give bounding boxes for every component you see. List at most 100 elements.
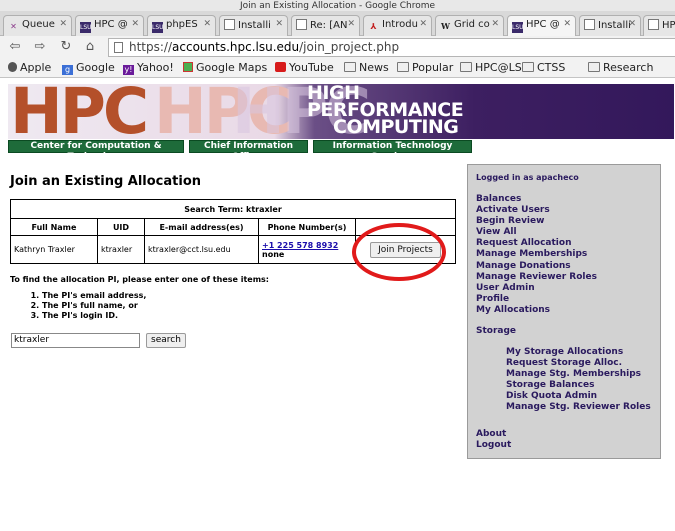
storage-links: My Storage Allocations Request Storage A… (506, 347, 651, 414)
instructions-list: The PI's email address, The PI's full na… (30, 291, 146, 321)
sidebar-item-manage-reviewer-roles[interactable]: Manage Reviewer Roles (476, 272, 597, 283)
sidebar-item-balances[interactable]: Balances (476, 194, 597, 205)
folder-icon (522, 62, 534, 72)
hpc-logo: HPC (10, 84, 149, 139)
page-icon (114, 42, 123, 53)
tab-hpc-1[interactable]: LSU HPC @ ✕ (75, 15, 144, 36)
close-icon[interactable]: ✕ (59, 19, 67, 29)
back-icon[interactable]: ⇦ (6, 38, 24, 56)
sidebar-item-storage-balances[interactable]: Storage Balances (506, 380, 651, 391)
close-icon[interactable]: ✕ (131, 19, 139, 29)
close-icon[interactable]: ✕ (491, 19, 499, 29)
tab-strip: ✕ Queue ✕ LSU HPC @ ✕ LSU phpES ✕ Installi ✕ Re… (0, 11, 675, 36)
sidebar-item-user-admin[interactable]: User Admin (476, 283, 597, 294)
forward-icon[interactable]: ⇨ (31, 38, 49, 56)
sidebar-item-my-allocations[interactable]: My Allocations (476, 305, 597, 316)
tab-installing-1[interactable]: Installi ✕ (219, 15, 288, 36)
sidebar-item-disk-quota-admin[interactable]: Disk Quota Admin (506, 391, 651, 402)
sidebar-item-profile[interactable]: Profile (476, 294, 597, 305)
tab-queue[interactable]: ✕ Queue ✕ (3, 15, 72, 36)
unit-link-cio[interactable]: Chief Information Officer (189, 140, 308, 162)
hpc-banner: HPC HPC HPC HIGH PERFORMANCE COMPUTING (8, 84, 674, 139)
tab-grid-computing[interactable]: W Grid co ✕ (435, 15, 504, 36)
folder-icon (588, 62, 600, 72)
window-title: Join an Existing Allocation - Google Chr… (239, 1, 436, 11)
bookmark-folder-research[interactable]: Research (588, 61, 653, 74)
page-icon (224, 19, 235, 30)
bookmark-folder-popular[interactable]: Popular (397, 61, 453, 74)
pdf-icon: ⅄ (370, 22, 377, 31)
tab-introduction[interactable]: ⅄ Introdu ✕ (363, 15, 432, 36)
page-content: HPC HPC HPC HIGH PERFORMANCE COMPUTING C… (0, 79, 675, 531)
bookmark-folder-news[interactable]: News (344, 61, 389, 74)
google-icon: g (62, 65, 73, 75)
search-term-header: Search Term: ktraxler (10, 199, 456, 219)
bookmark-folder-ctss[interactable]: CTSS (522, 61, 565, 74)
bookmark-apple[interactable]: Apple (8, 61, 51, 74)
list-item: The PI's full name, or (42, 301, 146, 311)
tab-hpc-active[interactable]: LSU HPC @ ✕ (507, 15, 576, 36)
list-item: The PI's login ID. (42, 311, 146, 321)
sidebar-footer-links: About Logout (476, 429, 511, 451)
bookmark-folder-hpc-lsu[interactable]: HPC@LSU (460, 61, 530, 74)
yahoo-icon: y! (123, 65, 134, 75)
sidebar-item-manage-stg-memberships[interactable]: Manage Stg. Memberships (506, 369, 651, 380)
sidebar-item-begin-review[interactable]: Begin Review (476, 216, 597, 227)
cell-phone: +1 225 578 8932 none (258, 235, 356, 264)
tab-installing-2[interactable]: Installi ✕ (579, 15, 641, 36)
sidebar-item-logout[interactable]: Logout (476, 440, 511, 451)
lsu-icon: LSU (80, 22, 92, 33)
reload-icon[interactable]: ↻ (57, 38, 75, 56)
close-icon[interactable]: ✕ (203, 19, 211, 29)
close-icon[interactable]: ✕ (347, 19, 355, 29)
tab-re-an[interactable]: Re: [AN ✕ (291, 15, 360, 36)
search-input[interactable]: ktraxler (11, 333, 140, 348)
page-icon (296, 19, 307, 30)
sidebar-item-request-allocation[interactable]: Request Allocation (476, 238, 597, 249)
sidebar-item-about[interactable]: About (476, 429, 511, 440)
url-scheme: https:// (129, 40, 173, 54)
unit-link-cct[interactable]: Center for Computation & Technology (8, 140, 184, 162)
phone-link[interactable]: +1 225 578 8932 (262, 241, 338, 250)
bookmarks-bar: Apple g Google y! Yahoo! Google Maps YouTu… (0, 58, 675, 78)
sidebar-item-activate-users[interactable]: Activate Users (476, 205, 597, 216)
sidebar-item-view-all[interactable]: View All (476, 227, 597, 238)
column-header-uid: UID (97, 218, 145, 236)
apple-icon (8, 62, 17, 72)
sidebar-links: Balances Activate Users Begin Review Vie… (476, 194, 597, 316)
bookmark-google-maps[interactable]: Google Maps (183, 61, 267, 74)
column-header-email: E-mail address(es) (144, 218, 259, 236)
sidebar-item-request-storage-alloc[interactable]: Request Storage Alloc. (506, 358, 651, 369)
address-bar[interactable]: https://accounts.hpc.lsu.edu/join_projec… (108, 38, 675, 57)
maps-icon (183, 62, 193, 72)
folder-icon (460, 62, 472, 72)
sidebar-item-manage-stg-reviewer-roles[interactable]: Manage Stg. Reviewer Roles (506, 402, 651, 413)
phone-secondary: none (262, 249, 285, 259)
page-title: Join an Existing Allocation (10, 174, 202, 189)
queue-icon: ✕ (10, 22, 17, 31)
search-button[interactable]: search (146, 333, 186, 348)
sidebar-item-my-storage-allocations[interactable]: My Storage Allocations (506, 347, 651, 358)
sidebar-item-manage-donations[interactable]: Manage Donations (476, 261, 597, 272)
bookmark-google[interactable]: g Google (62, 61, 115, 75)
home-icon[interactable]: ⌂ (81, 38, 99, 56)
url-path: /join_project.php (299, 40, 400, 54)
column-header-full-name: Full Name (10, 218, 98, 236)
close-icon[interactable]: ✕ (628, 19, 636, 29)
page-icon (584, 19, 595, 30)
url-host: accounts.hpc.lsu.edu (172, 40, 300, 54)
unit-link-its[interactable]: Information Technology Services (313, 140, 472, 162)
close-icon[interactable]: ✕ (563, 19, 571, 29)
close-icon[interactable]: ✕ (419, 19, 427, 29)
cell-uid: ktraxler (97, 235, 145, 264)
folder-icon (397, 62, 409, 72)
tab-hpc-2[interactable]: HPC @ (643, 15, 675, 36)
close-icon[interactable]: ✕ (275, 19, 283, 29)
bookmark-yahoo[interactable]: y! Yahoo! (123, 61, 174, 75)
bookmark-youtube[interactable]: YouTube (275, 61, 334, 74)
sidebar-item-manage-memberships[interactable]: Manage Memberships (476, 249, 597, 260)
cell-email: ktraxler@cct.lsu.edu (144, 235, 259, 264)
sidebar: Logged in as apacheco Balances Activate … (467, 164, 661, 459)
tab-phpes[interactable]: LSU phpES ✕ (147, 15, 216, 36)
page-icon (648, 19, 659, 30)
